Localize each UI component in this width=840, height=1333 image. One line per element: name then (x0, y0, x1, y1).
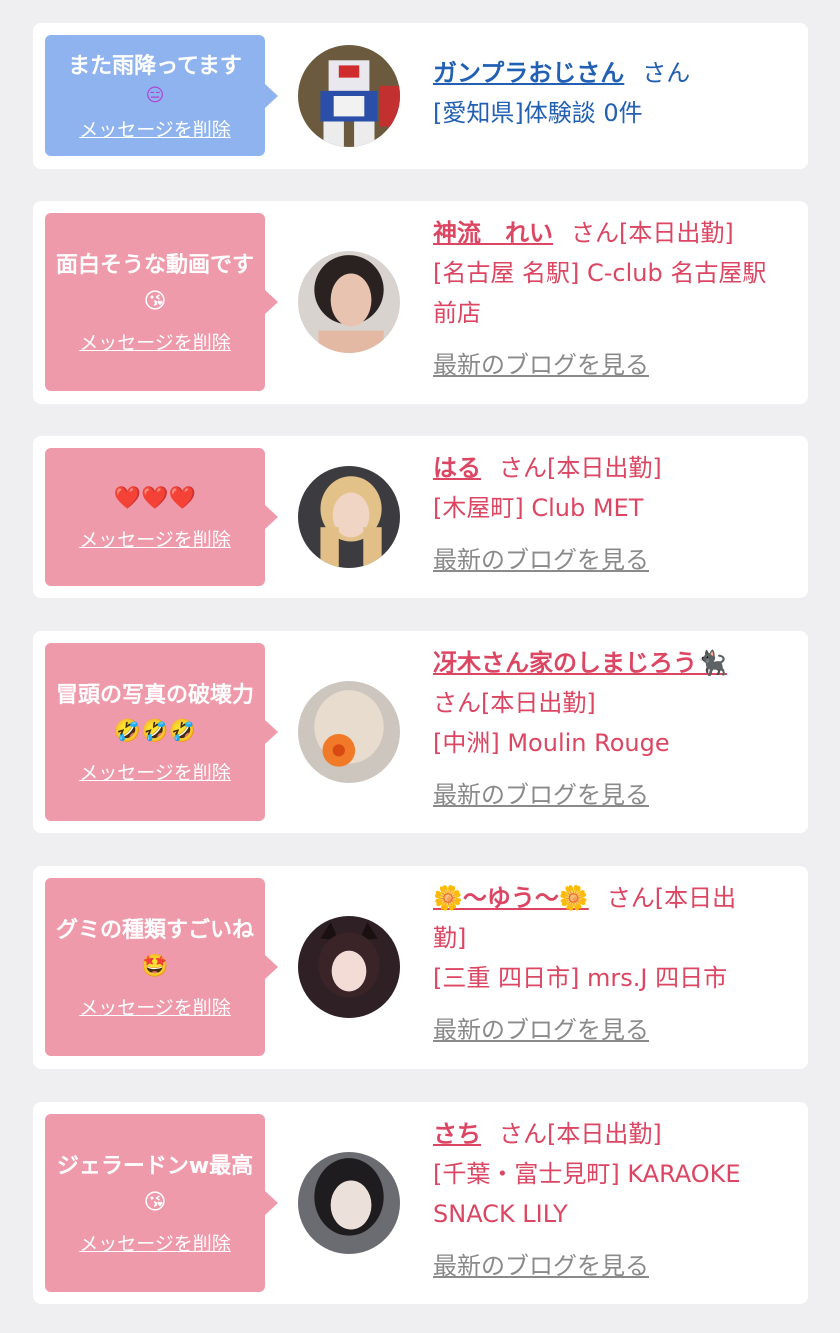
message-card: ❤️❤️❤️ メッセージを削除 はる さん[本日出勤] [木屋町] Club ME… (33, 436, 808, 598)
avatar[interactable] (298, 1152, 400, 1254)
delete-message-link[interactable]: メッセージを削除 (79, 995, 231, 1021)
message-bubble: また雨降ってます 😑 メッセージを削除 (45, 35, 278, 156)
message-card: また雨降ってます 😑 メッセージを削除 ガンプラおじさん さん [愛知県]体験談 … (33, 23, 808, 169)
delete-message-link[interactable]: メッセージを削除 (79, 117, 231, 143)
avatar[interactable] (298, 466, 400, 568)
avatar[interactable] (298, 251, 400, 353)
user-location: [千葉・富士見町] KARAOKE (433, 1160, 741, 1188)
latest-blog-link[interactable]: 最新のブログを見る (433, 540, 649, 580)
message-bubble: グミの種類すごいね🤩 メッセージを削除 (45, 878, 278, 1056)
message-list: また雨降ってます 😑 メッセージを削除 ガンプラおじさん さん [愛知県]体験談 … (0, 0, 840, 1333)
user-name-link[interactable]: 冴木さん家のしまじろう🐈‍⬛ (433, 649, 727, 677)
user-location: [中洲] Moulin Rouge (433, 729, 670, 757)
message-emoji: 😑 (145, 84, 165, 106)
user-suffix: さん[本日出勤] (499, 454, 662, 482)
delete-message-link[interactable]: メッセージを削除 (79, 760, 231, 786)
user-suffix: さん[本日出勤] (499, 1120, 662, 1148)
user-name-link[interactable]: さち (433, 1120, 481, 1148)
message-card: 面白そうな動画です😘 メッセージを削除 神流 れい さん[本日出勤] [名古屋 名… (33, 201, 808, 404)
delete-message-link[interactable]: メッセージを削除 (79, 1231, 231, 1257)
user-location: [木屋町] Club MET (433, 494, 644, 522)
message-bubble: ジェラードンw最高😘 メッセージを削除 (45, 1114, 278, 1292)
message-text: ❤️❤️❤️ (113, 486, 197, 511)
user-info: 冴木さん家のしまじろう🐈‍⬛ さん[本日出勤] [中洲] Moulin Roug… (433, 643, 773, 815)
latest-blog-link[interactable]: 最新のブログを見る (433, 1010, 649, 1050)
user-name-link[interactable]: 神流 れい (433, 219, 553, 247)
message-card: グミの種類すごいね🤩 メッセージを削除 🌼〜ゆう〜🌼 さん[本日出 勤] [三重 … (33, 866, 808, 1069)
user-name-link[interactable]: ガンプラおじさん (433, 59, 624, 87)
message-text: また雨降ってます (68, 53, 242, 79)
latest-blog-link[interactable]: 最新のブログを見る (433, 345, 649, 385)
message-card: ジェラードンw最高😘 メッセージを削除 さち さん[本日出勤] [千葉・富士見町]… (33, 1102, 808, 1304)
user-location-cont: 前店 (433, 299, 481, 327)
avatar[interactable] (298, 45, 400, 147)
user-info: 🌼〜ゆう〜🌼 さん[本日出 勤] [三重 四日市] mrs.J 四日市 最新のブロ… (433, 878, 773, 1050)
user-suffix: さん (642, 59, 691, 87)
user-name-link[interactable]: はる (433, 454, 481, 482)
latest-blog-link[interactable]: 最新のブログを見る (433, 775, 649, 815)
message-bubble: ❤️❤️❤️ メッセージを削除 (45, 448, 278, 586)
message-text: ジェラードンw最高😘 (56, 1154, 254, 1215)
user-info: ガンプラおじさん さん [愛知県]体験談 0件 (433, 53, 773, 133)
user-suffix: さん[本日出 (606, 884, 737, 912)
user-location: [名古屋 名駅] C-club 名古屋駅 (433, 259, 767, 287)
message-card: 冒頭の写真の破壊力🤣🤣🤣 メッセージを削除 冴木さん家のしまじろう🐈‍⬛ さん[… (33, 631, 808, 833)
user-location: [愛知県]体験談 0件 (433, 99, 643, 127)
user-location: [三重 四日市] mrs.J 四日市 (433, 964, 728, 992)
user-info: はる さん[本日出勤] [木屋町] Club MET 最新のブログを見る (433, 448, 773, 580)
message-text: 冒頭の写真の破壊力🤣🤣🤣 (55, 683, 254, 744)
user-info: 神流 れい さん[本日出勤] [名古屋 名駅] C-club 名古屋駅 前店 最新… (433, 213, 773, 385)
user-location-cont: SNACK LILY (433, 1200, 568, 1228)
user-info: さち さん[本日出勤] [千葉・富士見町] KARAOKE SNACK LILY … (433, 1114, 773, 1286)
latest-blog-link[interactable]: 最新のブログを見る (433, 1246, 649, 1286)
user-suffix: さん[本日出勤] (571, 219, 734, 247)
message-bubble: 冒頭の写真の破壊力🤣🤣🤣 メッセージを削除 (45, 643, 278, 821)
avatar[interactable] (298, 916, 400, 1018)
delete-message-link[interactable]: メッセージを削除 (79, 330, 231, 356)
message-text: グミの種類すごいね🤩 (55, 918, 254, 979)
user-suffix: さん[本日出勤] (433, 689, 596, 717)
delete-message-link[interactable]: メッセージを削除 (79, 527, 231, 553)
avatar[interactable] (298, 681, 400, 783)
message-text: 面白そうな動画です😘 (55, 253, 254, 314)
user-suffix-cont: 勤] (433, 924, 467, 952)
message-bubble: 面白そうな動画です😘 メッセージを削除 (45, 213, 278, 391)
user-name-link[interactable]: 🌼〜ゆう〜🌼 (433, 884, 589, 912)
